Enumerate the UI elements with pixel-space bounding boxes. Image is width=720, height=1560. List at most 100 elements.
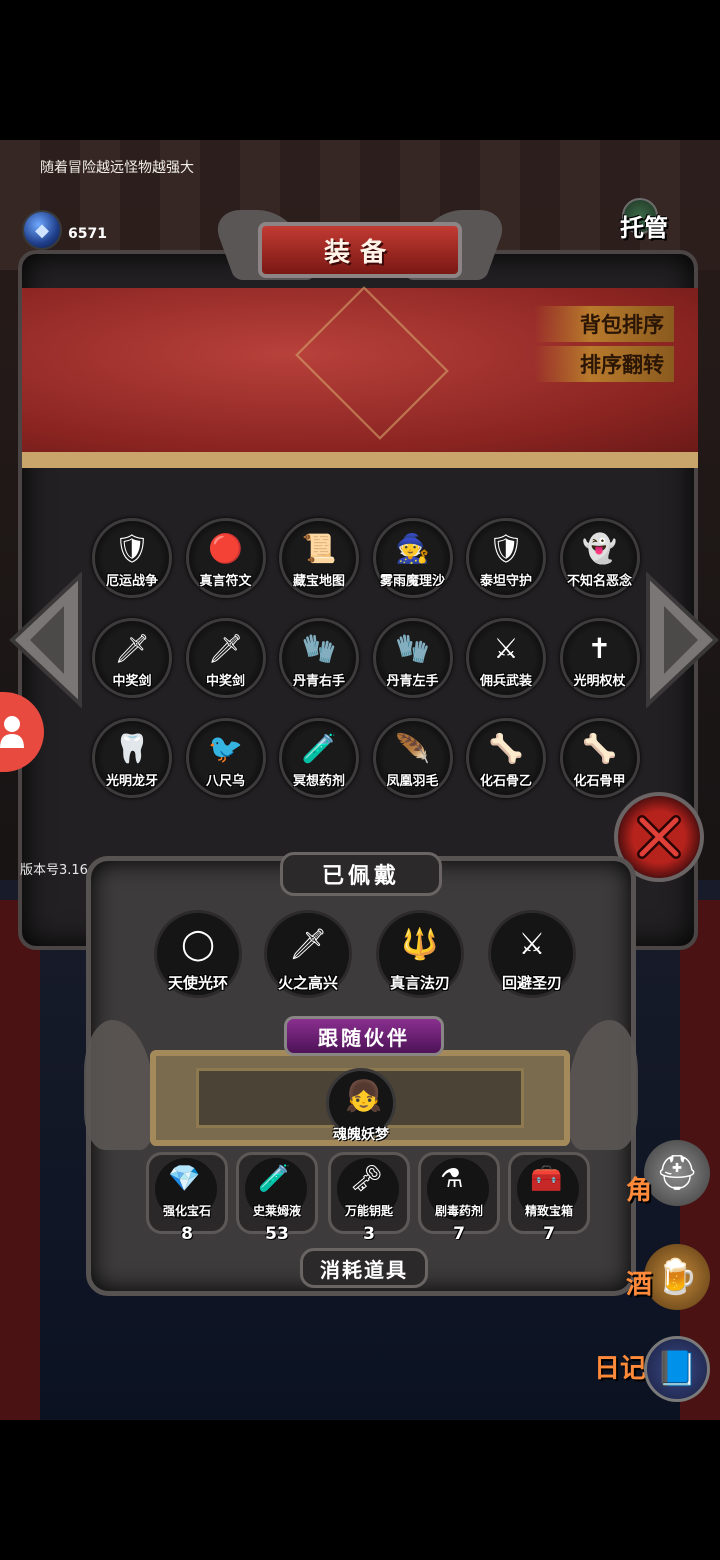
consumable-item[interactable]: 🧪 史莱姆液 53 <box>236 1152 318 1244</box>
equipment-item-name: 冥想药剂 <box>292 774 345 789</box>
equipment-item[interactable]: 🧤 丹青左手 <box>372 618 453 698</box>
consumable-count: 7 <box>543 1224 555 1244</box>
gem-counter: ◆ 6571 <box>22 210 107 250</box>
sort-pack-button[interactable]: 背包排序 <box>534 306 674 342</box>
equipment-item[interactable]: 🦴 化石骨甲 <box>559 718 640 798</box>
equipment-item-name: 藏宝地图 <box>292 574 345 589</box>
bone-icon: 🦴 <box>582 731 617 765</box>
sort-flip-button[interactable]: 排序翻转 <box>534 346 674 382</box>
background-red-wall-left <box>0 900 40 1420</box>
crow-icon: 🐦 <box>208 731 243 765</box>
beer-mug-icon: 🍺 <box>655 1257 699 1297</box>
equipment-item[interactable]: 🧙 雾雨魔理沙 <box>372 518 453 598</box>
book-icon: 📘 <box>655 1349 699 1389</box>
fang-icon: 🦷 <box>114 731 150 765</box>
consumable-icon: 🧰 <box>530 1164 563 1194</box>
gem-icon: ◆ <box>22 210 62 250</box>
fire-blade-icon: 🗡 <box>288 926 328 962</box>
close-icon <box>637 815 681 859</box>
equipment-item[interactable]: ⚔ 佣兵武装 <box>466 618 546 698</box>
worn-slot[interactable]: ◯ 天使光环 <box>154 910 242 998</box>
worn-slot-name: 回避圣刃 <box>501 974 562 992</box>
equipment-item[interactable]: 🗡 中奖剑 <box>185 618 266 698</box>
crossed-swords-emblem-icon <box>295 286 449 440</box>
side-label-partial-2: 酒 <box>626 1270 653 1300</box>
witch-icon: 🧙 <box>395 531 430 565</box>
worn-slot[interactable]: 🗡 火之高兴 <box>264 910 352 998</box>
panel-title: 装备 <box>258 222 462 278</box>
equipment-item[interactable]: 📜 藏宝地图 <box>279 518 359 598</box>
auto-play-label: 托管 <box>620 214 668 242</box>
equipment-item[interactable]: 🛡 厄运战争 <box>92 518 172 598</box>
equipment-item[interactable]: 🛡 泰坦守护 <box>466 518 546 598</box>
diary-button[interactable]: 📘 <box>644 1336 710 1402</box>
worn-slot[interactable]: 🔱 真言法刃 <box>376 910 464 998</box>
tavern-button[interactable]: 🍺 <box>644 1244 710 1310</box>
companion-name: 魂魄妖梦 <box>333 1127 389 1143</box>
consumable-item[interactable]: 🗝 万能钥匙 3 <box>328 1152 410 1244</box>
equipment-item[interactable]: 🦷 光明龙牙 <box>92 718 172 798</box>
consumable-name: 万能钥匙 <box>344 1204 393 1218</box>
sword-icon: 🗡 <box>207 631 244 665</box>
worn-slot[interactable]: ⚔ 回避圣刃 <box>488 910 576 998</box>
gauntlet-icon: 🧤 <box>301 631 337 665</box>
consumable-icon: ⚗ <box>440 1164 464 1194</box>
equipment-item[interactable]: 🪶 凤凰羽毛 <box>372 718 453 798</box>
worn-slot-name: 天使光环 <box>167 974 228 992</box>
equipment-item-name: 凤凰羽毛 <box>386 774 439 789</box>
consumable-count: 3 <box>363 1224 375 1244</box>
consumable-icon: 🧪 <box>258 1164 291 1194</box>
consumable-name: 剧毒药剂 <box>434 1204 483 1218</box>
prev-page-arrow-icon[interactable] <box>8 571 84 709</box>
equipment-item[interactable]: 🗡 中奖剑 <box>92 618 172 698</box>
game-viewport: 随着冒险越远怪物越强大 ◆ 6571 托管 装备 背包排序 排序翻转 🛡 厄运战争… <box>0 140 720 1420</box>
equipment-item-name: 化石骨乙 <box>479 774 532 789</box>
equipment-item-name: 丹青左手 <box>386 674 439 689</box>
equipment-item-name: 佣兵武装 <box>479 674 532 689</box>
equipment-item[interactable]: ✝ 光明权杖 <box>559 618 640 698</box>
next-page-arrow-icon[interactable] <box>644 571 720 709</box>
rune-icon: 🔴 <box>208 531 243 565</box>
equipment-item-name: 化石骨甲 <box>573 774 626 789</box>
bone-icon: 🦴 <box>488 731 524 765</box>
equipment-item[interactable]: 🧪 冥想药剂 <box>279 718 359 798</box>
equipment-item[interactable]: 🦴 化石骨乙 <box>466 718 546 798</box>
knight-helmet-button[interactable]: ⛑ <box>644 1140 710 1206</box>
equipment-item-name: 厄运战争 <box>105 574 158 589</box>
equipment-item[interactable]: 🔴 真言符文 <box>185 518 266 598</box>
staff-icon: 🔱 <box>401 926 439 962</box>
side-label-partial-1: 角 <box>626 1176 653 1206</box>
equipment-item[interactable]: 👻 不知名恶念 <box>559 518 640 598</box>
companion-portrait-icon: 👧 <box>345 1079 383 1114</box>
equipment-item-name: 光明龙牙 <box>105 774 158 789</box>
armor-icon: ⚔ <box>493 631 519 665</box>
consumable-name: 强化宝石 <box>162 1204 211 1218</box>
equipment-item-name: 中奖剑 <box>205 674 245 689</box>
worn-title: 已佩戴 <box>280 852 442 896</box>
scepter-icon: ✝ <box>587 631 612 665</box>
worn-slot-name: 真言法刃 <box>389 974 450 992</box>
consumable-name: 精致宝箱 <box>524 1204 573 1218</box>
holy-blade-icon: ⚔ <box>518 926 546 962</box>
consumable-name: 史莱姆液 <box>252 1204 301 1218</box>
worn-slot-name: 火之高兴 <box>277 974 338 992</box>
consumable-item[interactable]: 🧰 精致宝箱 7 <box>508 1152 590 1244</box>
gem-count: 6571 <box>68 226 107 242</box>
equipment-item-name: 丹青右手 <box>292 674 345 689</box>
equipment-item-name: 不知名恶念 <box>566 574 632 589</box>
user-icon <box>0 716 24 748</box>
potion-icon: 🧪 <box>301 731 337 765</box>
equipment-item-name: 泰坦守护 <box>479 574 532 589</box>
equipment-item[interactable]: 🧤 丹青右手 <box>279 618 359 698</box>
equipment-item-name: 中奖剑 <box>112 674 152 689</box>
equipment-item-name: 雾雨魔理沙 <box>379 574 445 589</box>
halo-icon: ◯ <box>181 926 215 962</box>
titan-shield-icon: 🛡 <box>488 531 524 565</box>
consumable-item[interactable]: ⚗ 剧毒药剂 7 <box>418 1152 500 1244</box>
equipment-item-name: 八尺乌 <box>205 774 245 789</box>
consumable-item[interactable]: 💎 强化宝石 8 <box>146 1152 228 1244</box>
map-icon: 📜 <box>301 531 337 565</box>
equipment-item[interactable]: 🐦 八尺乌 <box>185 718 266 798</box>
helmet-icon: ⛑ <box>655 1153 699 1193</box>
diary-label: 日记 <box>594 1354 647 1384</box>
